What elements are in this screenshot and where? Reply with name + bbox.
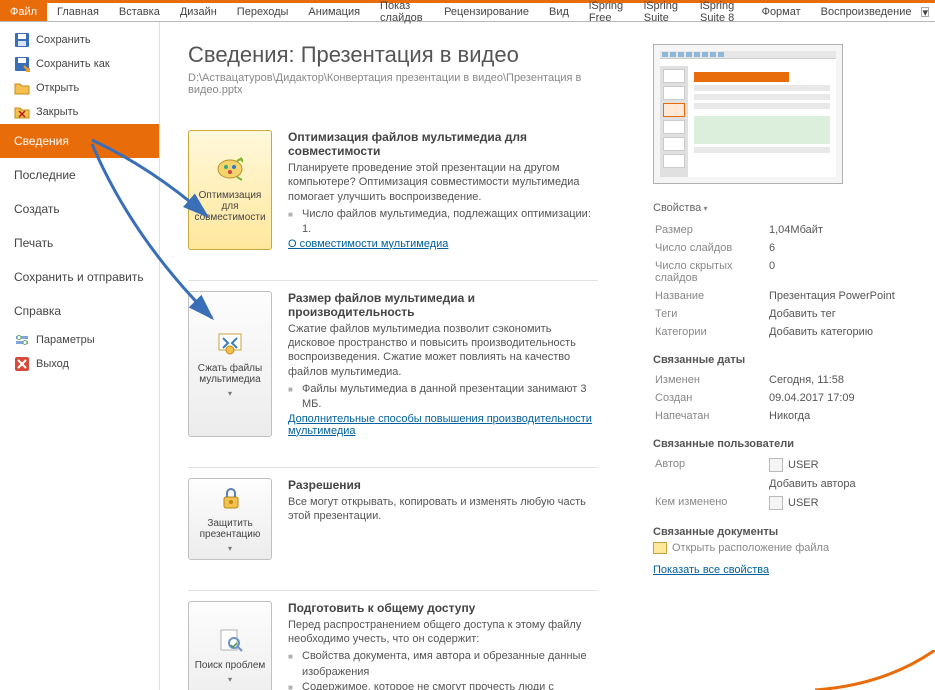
tab-view[interactable]: Вид: [539, 3, 579, 21]
related-people-heading: Связанные пользователи: [653, 438, 917, 450]
side-info[interactable]: Сведения: [0, 124, 159, 158]
tab-slideshow[interactable]: Показ слайдов: [370, 3, 434, 21]
file-path: D:\Аствацатуров\Дидактор\Конвертация пре…: [188, 72, 607, 96]
corner-decoration: [815, 650, 935, 690]
tab-playback[interactable]: Воспроизведение: [811, 3, 922, 21]
side-exit[interactable]: Выход: [0, 352, 159, 376]
compress-icon: [215, 330, 245, 359]
tab-animations[interactable]: Анимация: [298, 3, 370, 21]
side-exit-label: Выход: [36, 358, 69, 370]
side-help[interactable]: Справка: [0, 294, 159, 328]
options-icon: [14, 332, 30, 348]
thumb-toolbar-icon: [660, 51, 836, 59]
prop-size: 1,04Мбайт: [769, 222, 915, 238]
compress-media-button[interactable]: Сжать файлы мультимедиа: [188, 291, 272, 437]
side-save-as-label: Сохранить как: [36, 58, 110, 70]
backstage-sidebar: Сохранить Сохранить как Открыть Закрыть …: [0, 22, 160, 690]
related-docs-heading: Связанные документы: [653, 526, 917, 538]
thumb-slides-pane: [660, 66, 688, 178]
optimize-desc: Планируете проведение этой презентации н…: [288, 161, 598, 204]
protect-presentation-button[interactable]: Защитить презентацию: [188, 478, 272, 560]
add-category-field[interactable]: Добавить категорию: [769, 324, 915, 340]
prop-created: 09.04.2017 17:09: [769, 390, 915, 406]
lastmod-chip: USER: [769, 496, 915, 510]
tab-design[interactable]: Дизайн: [170, 3, 227, 21]
side-print[interactable]: Печать: [0, 226, 159, 260]
prop-modified: Сегодня, 11:58: [769, 372, 915, 388]
side-save[interactable]: Сохранить: [0, 28, 159, 52]
prop-slides: 6: [769, 240, 915, 256]
side-save-label: Сохранить: [36, 34, 91, 46]
ribbon: Файл Главная Вставка Дизайн Переходы Ани…: [0, 0, 935, 22]
permissions-title: Разрешения: [288, 478, 598, 492]
side-recent[interactable]: Последние: [0, 158, 159, 192]
add-author-field[interactable]: Добавить автора: [769, 476, 915, 492]
show-all-properties[interactable]: Показать все свойства: [653, 564, 769, 576]
properties-panel: Свойства Размер1,04Мбайт Число слайдов6 …: [635, 22, 935, 690]
compress-title: Размер файлов мультимедиа и производител…: [288, 291, 598, 319]
prepare-share-desc: Перед распространением общего доступа к …: [288, 618, 598, 647]
compress-link[interactable]: Дополнительные способы повышения произво…: [288, 413, 592, 437]
page-title: Сведения: Презентация в видео: [188, 42, 607, 68]
optimize-link[interactable]: О совместимости мультимедиа: [288, 238, 448, 250]
tab-review[interactable]: Рецензирование: [434, 3, 539, 21]
side-close[interactable]: Закрыть: [0, 100, 159, 124]
permissions-desc: Все могут открывать, копировать и изменя…: [288, 495, 598, 524]
prepare-bullet-2: Содержимое, которое не смогут прочесть л…: [288, 680, 598, 690]
save-as-icon: [14, 56, 30, 72]
side-new[interactable]: Создать: [0, 192, 159, 226]
prop-hidden: 0: [769, 258, 915, 286]
tab-ispring-free[interactable]: iSpring Free: [579, 3, 634, 21]
folder-icon: [653, 542, 667, 554]
prop-printed: Никогда: [769, 408, 915, 424]
tab-ispring-suite8[interactable]: iSpring Suite 8: [690, 3, 752, 21]
tab-home[interactable]: Главная: [47, 3, 109, 21]
side-options-label: Параметры: [36, 334, 95, 346]
tab-ispring-suite[interactable]: iSpring Suite: [634, 3, 690, 21]
tab-file[interactable]: Файл: [0, 3, 47, 21]
open-file-location[interactable]: Открыть расположение файла: [653, 542, 917, 554]
search-doc-icon: [215, 627, 245, 656]
properties-table: Размер1,04Мбайт Число слайдов6 Число скр…: [653, 220, 917, 342]
compress-bullet: Файлы мультимедиа в данной презентации з…: [288, 382, 598, 413]
tab-format[interactable]: Формат: [752, 3, 811, 21]
side-save-as[interactable]: Сохранить как: [0, 52, 159, 76]
side-share[interactable]: Сохранить и отправить: [0, 260, 159, 294]
check-issues-button[interactable]: Поиск проблем: [188, 601, 272, 690]
prop-title: Презентация PowerPoint: [769, 288, 915, 304]
avatar-icon: [769, 496, 783, 510]
compress-desc: Сжатие файлов мультимедиа позволит сэкон…: [288, 322, 598, 379]
add-tag-field[interactable]: Добавить тег: [769, 306, 915, 322]
avatar-icon: [769, 458, 783, 472]
open-icon: [14, 80, 30, 96]
tab-insert[interactable]: Вставка: [109, 3, 170, 21]
lock-icon: [215, 485, 245, 514]
presentation-thumbnail[interactable]: [653, 44, 843, 184]
prepare-bullet-1: Свойства документа, имя автора и обрезан…: [288, 649, 598, 680]
optimize-compat-button[interactable]: Оптимизация для совместимости: [188, 130, 272, 250]
side-close-label: Закрыть: [36, 106, 78, 118]
related-dates-heading: Связанные даты: [653, 354, 917, 366]
author-chip[interactable]: USER: [769, 458, 915, 472]
save-icon: [14, 32, 30, 48]
side-options[interactable]: Параметры: [0, 328, 159, 352]
qat-dropdown-icon[interactable]: ▾: [921, 7, 929, 17]
thumb-slide-preview: [688, 66, 836, 178]
properties-dropdown[interactable]: Свойства: [653, 202, 708, 214]
prepare-share-title: Подготовить к общему доступу: [288, 601, 598, 615]
side-open-label: Открыть: [36, 82, 79, 94]
tab-transitions[interactable]: Переходы: [227, 3, 299, 21]
side-open[interactable]: Открыть: [0, 76, 159, 100]
optimize-icon: [215, 157, 245, 186]
close-icon: [14, 104, 30, 120]
info-panel: Сведения: Презентация в видео D:\Астваца…: [160, 22, 635, 690]
optimize-title: Оптимизация файлов мультимедиа для совме…: [288, 130, 598, 158]
optimize-bullet: Число файлов мультимедиа, подлежащих опт…: [288, 207, 598, 238]
exit-icon: [14, 356, 30, 372]
